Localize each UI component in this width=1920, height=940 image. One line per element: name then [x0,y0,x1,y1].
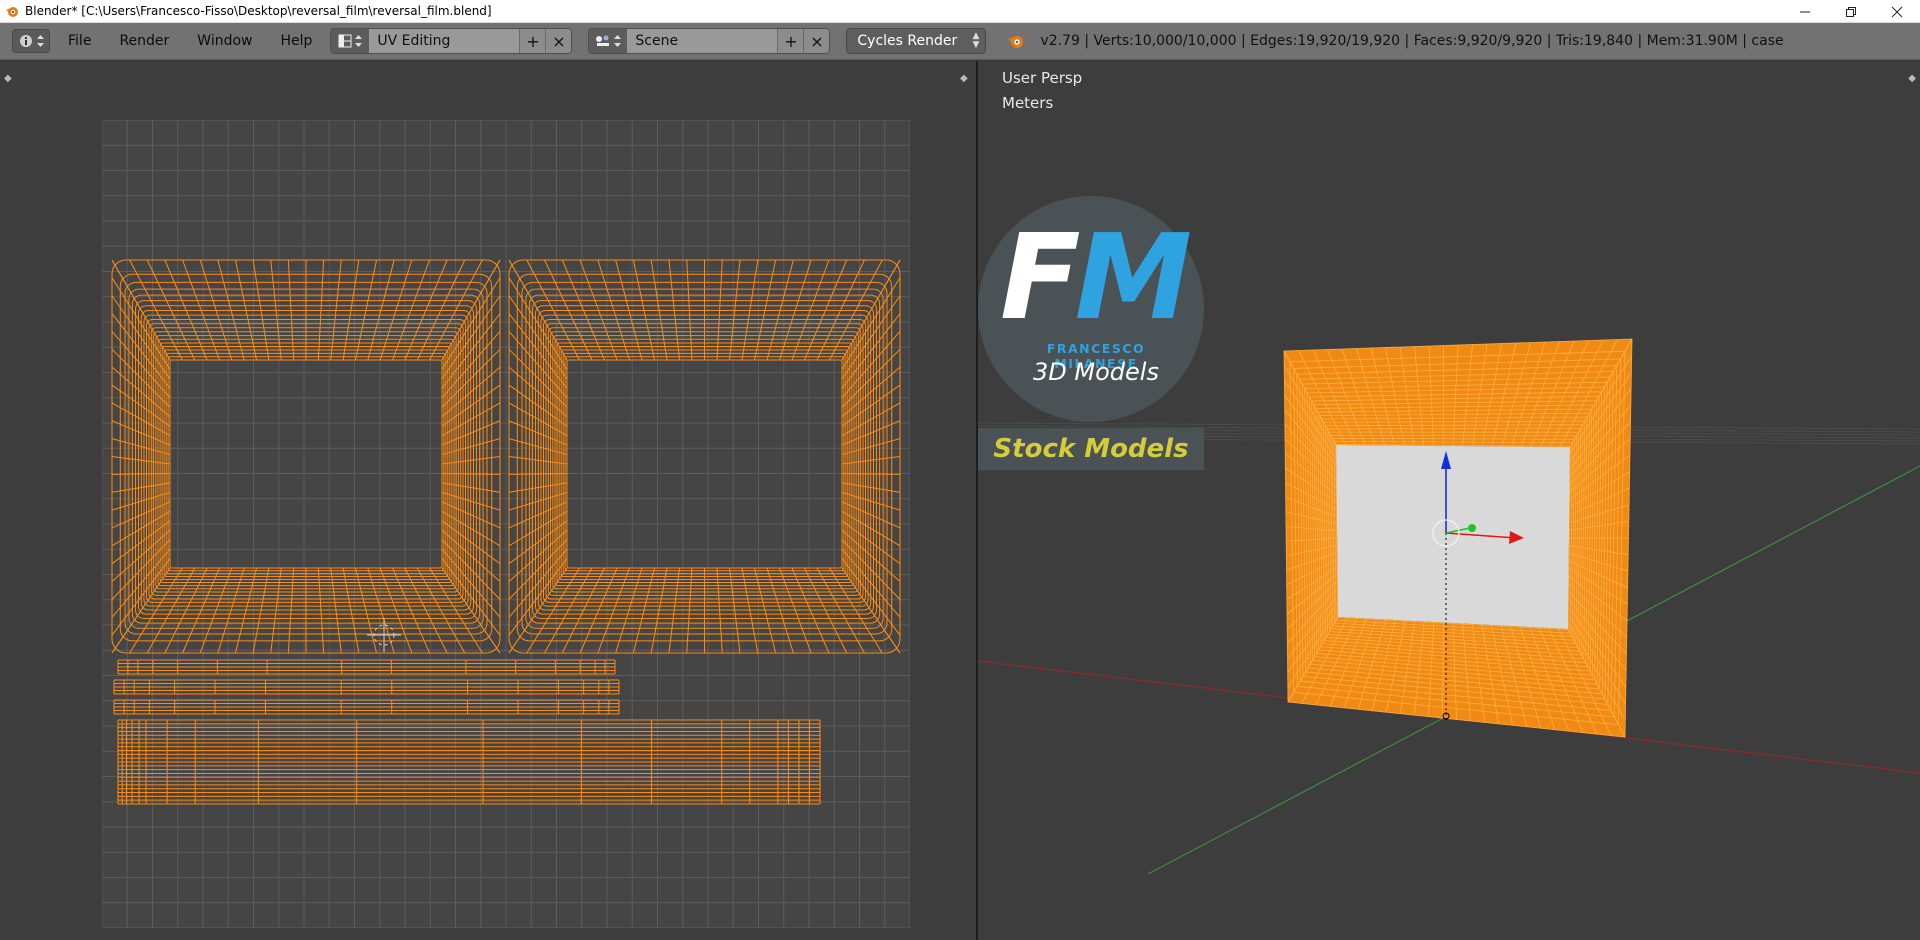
menu-window[interactable]: Window [183,23,266,60]
minimize-button[interactable] [1782,0,1828,23]
render-engine-label: Cycles Render [857,33,958,49]
close-button[interactable] [1874,0,1920,23]
updown-arrows-icon [36,35,44,47]
uv-image-editor[interactable]: ◆ ◆ [0,61,976,940]
logo-banner: Stock Models [978,428,1204,470]
viewport-perspective-label: User Persp [1002,69,1083,87]
scene-statistics: v2.79 | Verts:10,000/10,000 | Edges:19,9… [1040,33,1784,49]
restore-button[interactable] [1828,0,1874,23]
info-header: File Render Window Help UV Editing + × S… [0,23,1920,60]
close-icon [1891,6,1903,17]
updown-arrows-icon [614,35,622,47]
blender-logo-icon [1008,36,1024,48]
frame-film-plane [1336,445,1570,629]
3d-viewport[interactable]: User Persp Meters ◆ FM FRANCESCO MILANES… [978,61,1920,940]
scene-icon-button[interactable] [589,29,628,53]
render-engine-dropdown[interactable]: Cycles Render ▲ ▼ [846,28,987,54]
restore-icon [1846,6,1856,17]
scene-icon [596,35,610,46]
menu-help[interactable]: Help [266,23,326,60]
minimize-icon [1800,11,1810,12]
viewport-canvas[interactable] [978,61,1920,940]
add-scene-button[interactable]: + [777,29,804,53]
screen-layout-selector[interactable]: UV Editing + × [330,28,573,54]
area-split-widget[interactable]: ◆ [4,73,12,84]
y-axis-arrow-icon [1468,524,1476,532]
info-icon [19,35,32,47]
menu-render[interactable]: Render [105,23,183,60]
logo-monogram: FM [1000,208,1192,346]
scene-selector[interactable]: Scene + × [588,28,831,54]
viewport-units-label: Meters [1002,94,1054,112]
watermark-logo: FM FRANCESCO MILANESE 3D Models Stock Mo… [978,196,1204,476]
add-screen-button[interactable]: + [519,29,546,53]
updown-arrows-icon: ▲ ▼ [972,31,980,50]
layout-icon-button[interactable] [331,29,370,53]
logo-subtitle: 3D Models [1033,358,1159,386]
scene-field[interactable]: Scene [627,29,778,53]
uv-grid[interactable] [102,120,910,928]
menu-file[interactable]: File [54,23,105,60]
blender-icon [6,7,18,17]
editor-type-selector[interactable] [12,29,50,53]
window-titlebar: Blender* [C:\Users\Francesco-Fisso\Deskt… [0,0,1920,23]
window-title: Blender* [C:\Users\Francesco-Fisso\Deskt… [25,4,492,18]
updown-arrows-icon [355,35,363,47]
area-split-widget[interactable]: ◆ [960,73,968,84]
area-split-widget[interactable]: ◆ [1908,73,1916,84]
screen-layout-field[interactable]: UV Editing [369,29,520,53]
remove-scene-button[interactable]: × [803,29,830,53]
layout-icon [338,34,352,48]
remove-screen-button[interactable]: × [545,29,572,53]
